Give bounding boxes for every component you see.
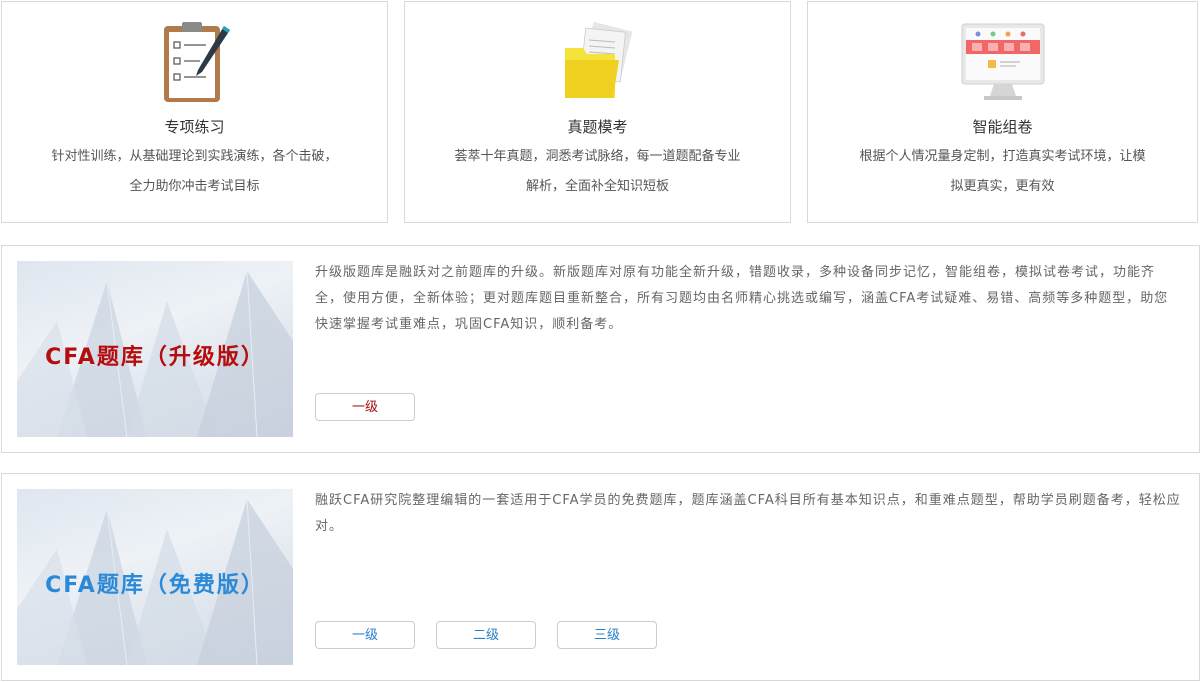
bank-description: 升级版题库是融跃对之前题库的升级。新版题库对原有功能全新升级，错题收录，多种设备…: [315, 265, 1169, 332]
feature-title: 真题模考: [567, 118, 628, 136]
level-1-button[interactable]: 一级: [315, 621, 415, 649]
question-bank-upgraded: CFA题库（升级版） 升级版题库是融跃对之前题库的升级。新版题库对原有功能全新升…: [1, 245, 1200, 453]
feature-desc-line: 解析，全面补全知识短板: [525, 179, 669, 194]
feature-card-smart-paper[interactable]: 智能组卷 根据个人情况量身定制，打造真实考试环境，让模 拟更真实，更有效: [807, 1, 1198, 223]
level-3-button[interactable]: 三级: [557, 621, 657, 649]
feature-desc-line: 根据个人情况量身定制，打造真实考试环境，让模: [859, 149, 1146, 164]
feature-desc: 针对性训练，从基础理论到实践演练，各个击破， 全力助你冲击考试目标: [32, 142, 357, 202]
level-1-button[interactable]: 一级: [315, 393, 415, 421]
bank-banner-title: CFA题库（免费版）: [45, 573, 265, 598]
feature-desc-line: 荟萃十年真题，洞悉考试脉络，每一道题配备专业: [454, 149, 741, 164]
feature-desc-line: 拟更真实，更有效: [950, 179, 1055, 194]
feature-desc: 荟萃十年真题，洞悉考试脉络，每一道题配备专业 解析，全面补全知识短板: [435, 142, 760, 202]
bank-banner-image[interactable]: CFA题库（免费版）: [17, 489, 293, 665]
feature-card-past-exams[interactable]: 真题模考 荟萃十年真题，洞悉考试脉络，每一道题配备专业 解析，全面补全知识短板: [404, 1, 791, 223]
feature-row: 专项练习 针对性训练，从基础理论到实践演练，各个击破， 全力助你冲击考试目标 真…: [1, 1, 1200, 224]
feature-desc: 根据个人情况量身定制，打造真实考试环境，让模 拟更真实，更有效: [838, 142, 1167, 202]
bank-description: 融跃CFA研究院整理编辑的一套适用于CFA学员的免费题库，题库涵盖CFA科目所有…: [315, 493, 1181, 534]
level-2-button[interactable]: 二级: [436, 621, 536, 649]
feature-title: 智能组卷: [972, 118, 1033, 136]
feature-card-special-practice[interactable]: 专项练习 针对性训练，从基础理论到实践演练，各个击破， 全力助你冲击考试目标: [1, 1, 388, 223]
bank-banner-title: CFA题库（升级版）: [45, 345, 265, 370]
question-bank-free: CFA题库（免费版） 融跃CFA研究院整理编辑的一套适用于CFA学员的免费题库，…: [1, 473, 1200, 681]
clipboard-checklist-icon: [163, 22, 230, 102]
feature-title: 专项练习: [164, 118, 225, 136]
folder-documents-icon: [564, 21, 632, 98]
feature-desc-line: 全力助你冲击考试目标: [129, 179, 260, 194]
feature-desc-line: 针对性训练，从基础理论到实践演练，各个击破，: [51, 149, 338, 164]
monitor-layout-icon: [961, 23, 1044, 100]
bank-banner-image[interactable]: CFA题库（升级版）: [17, 261, 293, 437]
